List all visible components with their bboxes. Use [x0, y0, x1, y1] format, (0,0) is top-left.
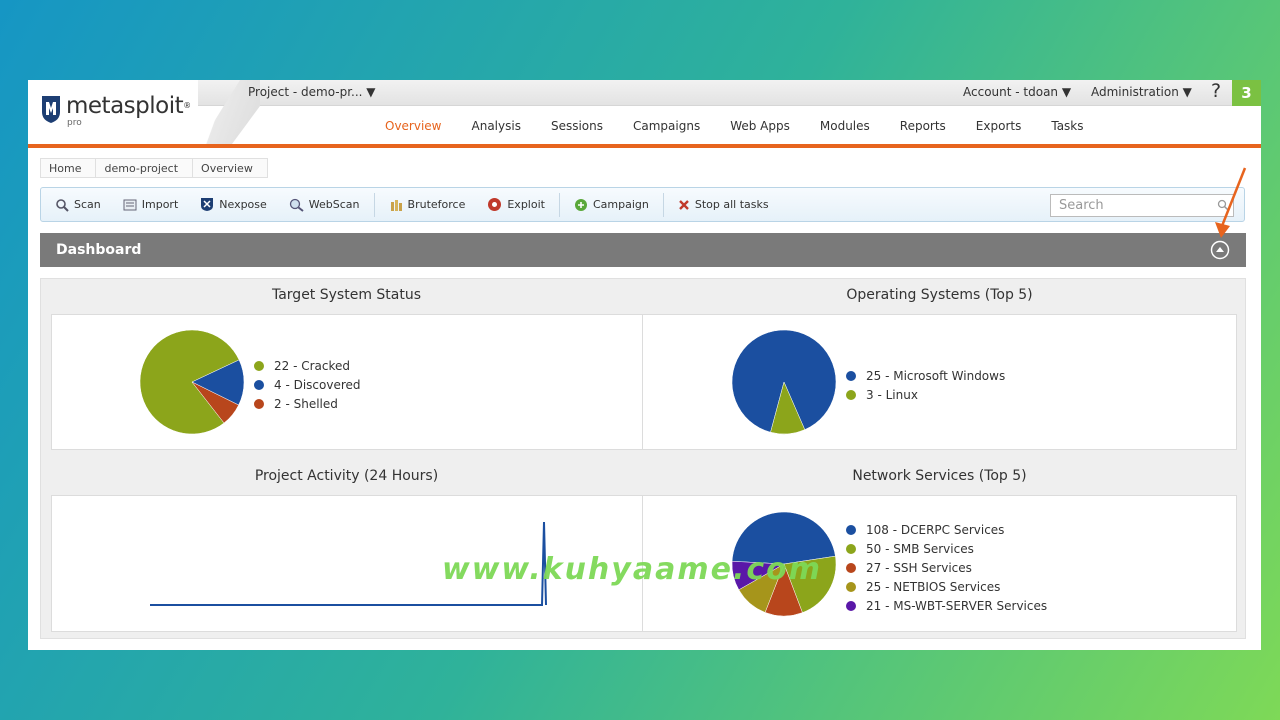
nexpose-button[interactable]: Nexpose [200, 197, 267, 212]
legend-label: 4 - Discovered [274, 377, 361, 392]
import-label: Import [141, 198, 179, 211]
bruteforce-icon [390, 199, 402, 211]
legend-label: 50 - SMB Services [866, 541, 974, 556]
services-legend: 108 - DCERPC Services 50 - SMB Services … [846, 520, 1047, 615]
metasploit-logo[interactable]: metasploit® pro [40, 93, 191, 128]
header: metasploit® pro Project - demo-pr... ▼ A… [28, 80, 1261, 148]
nav-exports[interactable]: Exports [976, 119, 1022, 133]
project-selector[interactable]: Project - demo-pr... ▼ [248, 85, 376, 99]
import-button[interactable]: Import [123, 198, 179, 212]
search-placeholder: Search [1059, 198, 1104, 213]
breadcrumb: Home demo-project Overview [40, 158, 268, 178]
activity-title: Project Activity (24 Hours) [254, 468, 439, 484]
legend-swatch [846, 524, 856, 535]
breadcrumb-project[interactable]: demo-project [96, 159, 194, 177]
import-icon [123, 199, 137, 210]
legend-item: 2 - Shelled [254, 394, 361, 413]
breadcrumb-overview: Overview [201, 162, 253, 175]
legend-swatch [254, 398, 264, 409]
legend-label: 27 - SSH Services [866, 560, 972, 575]
stop-all-tasks-label: Stop all tasks [694, 198, 769, 211]
watermark: www.kuhyaame.com [442, 552, 822, 587]
legend-label: 21 - MS-WBT-SERVER Services [866, 598, 1048, 613]
legend-item: 27 - SSH Services [846, 558, 1047, 577]
campaign-button[interactable]: Campaign [574, 198, 649, 212]
nav-underline [28, 144, 1261, 148]
administration-menu[interactable]: Administration ▼ [1091, 85, 1192, 99]
legend-item: 108 - DCERPC Services [846, 520, 1047, 539]
legend-item: 3 - Linux [846, 385, 1005, 404]
logo-text: metasploit® [66, 93, 191, 119]
legend-swatch [254, 379, 264, 390]
nav-sessions[interactable]: Sessions [551, 119, 603, 133]
legend-label: 3 - Linux [866, 387, 918, 402]
exploit-icon [488, 198, 502, 211]
help-icon[interactable]: ? [1206, 80, 1226, 102]
legend-swatch [846, 562, 856, 573]
nav-tasks[interactable]: Tasks [1051, 119, 1083, 133]
exploit-label: Exploit [507, 198, 545, 211]
nav-overview[interactable]: Overview [385, 119, 442, 133]
breadcrumb-home[interactable]: Home [41, 159, 97, 177]
os-title: Operating Systems (Top 5) [846, 287, 1033, 303]
metasploit-shield-icon [42, 96, 60, 123]
logo-registered-mark: ® [183, 101, 191, 110]
legend-label: 108 - DCERPC Services [866, 522, 1005, 537]
scan-icon [56, 198, 69, 212]
toolbar-separator [558, 192, 560, 217]
stop-icon [678, 199, 689, 210]
bruteforce-label: Bruteforce [407, 198, 466, 211]
nav-modules[interactable]: Modules [820, 119, 870, 133]
nexpose-label: Nexpose [219, 198, 267, 211]
legend-item: 25 - Microsoft Windows [846, 366, 1005, 385]
nav-web-apps[interactable]: Web Apps [730, 119, 790, 133]
toolbar-separator [662, 192, 664, 217]
legend-label: 2 - Shelled [274, 396, 338, 411]
dashboard-header: Dashboard [40, 233, 1246, 267]
legend-label: 25 - Microsoft Windows [866, 368, 1006, 383]
webscan-icon [289, 198, 304, 212]
legend-swatch [846, 389, 856, 400]
target-status-title: Target System Status [271, 287, 422, 303]
legend-swatch [846, 370, 856, 381]
legend-swatch [254, 360, 264, 371]
target-status-panel: 22 - Cracked 4 - Discovered 2 - Shelled [51, 314, 643, 450]
campaign-icon [574, 198, 587, 211]
nexpose-icon [201, 198, 214, 211]
annotation-arrow [1215, 167, 1247, 238]
services-title: Network Services (Top 5) [852, 468, 1027, 484]
os-legend: 25 - Microsoft Windows 3 - Linux [846, 366, 1005, 404]
webscan-label: WebScan [308, 198, 360, 211]
nav-campaigns[interactable]: Campaigns [633, 119, 700, 133]
exploit-button[interactable]: Exploit [487, 197, 545, 212]
legend-item: 22 - Cracked [254, 356, 361, 375]
dashboard-title: Dashboard [56, 242, 142, 258]
legend-swatch [846, 543, 856, 554]
legend-item: 4 - Discovered [254, 375, 361, 394]
campaign-label: Campaign [592, 198, 649, 211]
legend-item: 50 - SMB Services [846, 539, 1047, 558]
scan-button[interactable]: Scan [55, 198, 101, 212]
nav-reports[interactable]: Reports [900, 119, 946, 133]
bruteforce-button[interactable]: Bruteforce [389, 198, 466, 212]
notification-badge[interactable]: 3 [1232, 80, 1261, 106]
logo-edition: pro [67, 118, 82, 128]
legend-label: 25 - NETBIOS Services [866, 579, 1001, 594]
legend-label: 22 - Cracked [274, 358, 351, 373]
os-panel: 25 - Microsoft Windows 3 - Linux [642, 314, 1237, 450]
legend-swatch [846, 600, 856, 611]
account-menu[interactable]: Account - tdoan ▼ [963, 85, 1071, 99]
toolbar-separator [373, 192, 375, 217]
webscan-button[interactable]: WebScan [289, 198, 360, 212]
nav-analysis[interactable]: Analysis [472, 119, 521, 133]
target-status-legend: 22 - Cracked 4 - Discovered 2 - Shelled [254, 356, 361, 413]
legend-item: 25 - NETBIOS Services [846, 577, 1047, 596]
legend-swatch [846, 581, 856, 592]
main-nav: Overview Analysis Sessions Campaigns Web… [385, 119, 1114, 133]
legend-item: 21 - MS-WBT-SERVER Services [846, 596, 1047, 615]
stop-all-tasks-button[interactable]: Stop all tasks [678, 198, 769, 211]
scan-label: Scan [74, 198, 101, 211]
action-toolbar: Scan Import Nexpose WebScan Bruteforce E… [40, 187, 1245, 222]
